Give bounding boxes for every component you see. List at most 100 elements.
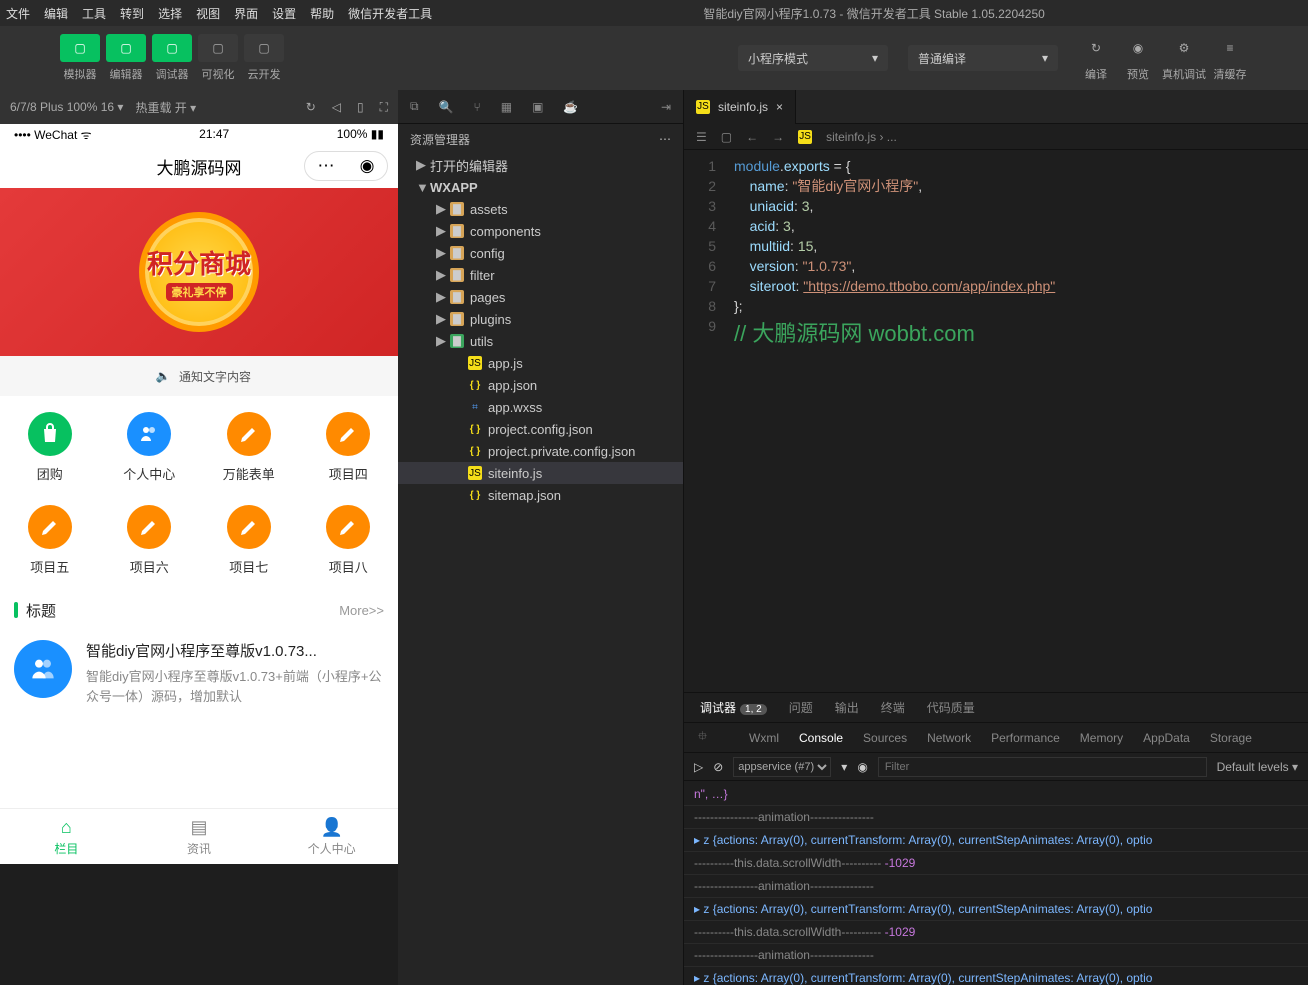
panel-tab-输出[interactable]: 输出: [835, 699, 859, 716]
code-editor[interactable]: 123456789 module.exports = { name: "智能di…: [684, 150, 1308, 692]
devtab-Storage[interactable]: Storage: [1210, 731, 1252, 745]
more-icon[interactable]: ⋯: [659, 132, 671, 146]
refresh-icon[interactable]: ↻: [306, 100, 316, 115]
toolbar-编译[interactable]: ↻编译: [1078, 34, 1114, 82]
grid-项目八[interactable]: 项目八: [299, 505, 399, 576]
menu-help[interactable]: 帮助: [310, 5, 334, 22]
device-select[interactable]: 6/7/8 Plus 100% 16 ▾: [10, 100, 123, 114]
branch-icon[interactable]: ⑂: [474, 100, 481, 114]
grid-项目五[interactable]: 项目五: [0, 505, 100, 576]
grid-万能表单[interactable]: 万能表单: [199, 412, 299, 483]
compile-select[interactable]: 普通编译▾: [908, 45, 1058, 71]
tree-utils[interactable]: ▶▇ utils: [398, 330, 683, 352]
menu-tool[interactable]: 工具: [82, 5, 106, 22]
menu-edit[interactable]: 编辑: [44, 5, 68, 22]
grid-个人中心[interactable]: 个人中心: [100, 412, 200, 483]
panel-tab-调试器[interactable]: 调试器1, 2: [700, 699, 767, 716]
back-icon[interactable]: ◁: [332, 100, 341, 115]
boxes-icon[interactable]: ▦: [501, 100, 512, 114]
toolbar-云开发[interactable]: ▢ 云开发: [244, 34, 284, 82]
menu-devtool[interactable]: 微信开发者工具: [348, 5, 432, 22]
window-icon[interactable]: ▣: [532, 100, 543, 114]
close-icon[interactable]: ×: [776, 100, 783, 114]
devtab-Performance[interactable]: Performance: [991, 731, 1060, 745]
capsule-menu-icon[interactable]: ⋯: [318, 156, 335, 176]
window-title: 智能diy官网小程序1.0.73 - 微信开发者工具 Stable 1.05.2…: [446, 5, 1302, 22]
tab-个人中心[interactable]: 👤个人中心: [265, 809, 398, 864]
devtab-Wxml[interactable]: Wxml: [749, 731, 779, 745]
tree-打开的编辑器[interactable]: ▶ 打开的编辑器: [398, 154, 683, 176]
console-line: ▸ z {actions: Array(0), currentTransform…: [684, 967, 1308, 985]
capsule-close-icon[interactable]: ◉: [360, 156, 375, 176]
files-icon[interactable]: ⧉: [410, 99, 419, 114]
grid-团购[interactable]: 团购: [0, 412, 100, 483]
tree-project.config.json[interactable]: { } project.config.json: [398, 418, 683, 440]
mode-select[interactable]: 小程序模式▾: [738, 45, 888, 71]
devtab-AppData[interactable]: AppData: [1143, 731, 1190, 745]
grid-项目四[interactable]: 项目四: [299, 412, 399, 483]
menu-view[interactable]: 视图: [196, 5, 220, 22]
toolbar-清缓存[interactable]: ≡清缓存: [1212, 34, 1248, 82]
menu-file[interactable]: 文件: [6, 5, 30, 22]
console-line: ----------------animation---------------…: [684, 875, 1308, 898]
tree-WXAPP[interactable]: ▼ WXAPP: [398, 176, 683, 198]
tree-project.private.config.json[interactable]: { } project.private.config.json: [398, 440, 683, 462]
expand-icon[interactable]: ⛶: [380, 100, 388, 115]
toolbar-模拟器[interactable]: ▢ 模拟器: [60, 34, 100, 82]
devtab-Sources[interactable]: Sources: [863, 731, 907, 745]
menu-settings[interactable]: 设置: [272, 5, 296, 22]
back-nav-icon[interactable]: ←: [746, 130, 758, 144]
devtab-Network[interactable]: Network: [927, 731, 971, 745]
levels-select[interactable]: Default levels ▾: [1217, 760, 1298, 774]
hot-reload[interactable]: 热重载 开 ▾: [135, 99, 196, 116]
context-select[interactable]: appservice (#7): [733, 757, 831, 777]
menu-goto[interactable]: 转到: [120, 5, 144, 22]
list-icon[interactable]: ☰: [696, 130, 707, 144]
tree-filter[interactable]: ▶▇ filter: [398, 264, 683, 286]
tree-assets[interactable]: ▶▇ assets: [398, 198, 683, 220]
toolbar-可视化[interactable]: ▢ 可视化: [198, 34, 238, 82]
tree-siteinfo.js[interactable]: JS siteinfo.js: [398, 462, 683, 484]
toolbar-调试器[interactable]: ▢ 调试器: [152, 34, 192, 82]
bookmark-icon[interactable]: ▢: [721, 130, 732, 144]
tree-pages[interactable]: ▶▇ pages: [398, 286, 683, 308]
tree-sitemap.json[interactable]: { } sitemap.json: [398, 484, 683, 506]
tree-config[interactable]: ▶▇ config: [398, 242, 683, 264]
menu-ui[interactable]: 界面: [234, 5, 258, 22]
banner[interactable]: 积分商城 豪礼享不停: [0, 188, 398, 356]
teapot-icon[interactable]: ☕: [563, 100, 578, 114]
breadcrumb[interactable]: siteinfo.js › ...: [826, 130, 897, 144]
tab-资讯[interactable]: ▤资讯: [133, 809, 266, 864]
grid-项目六[interactable]: 项目六: [100, 505, 200, 576]
more-link[interactable]: More>>: [339, 603, 384, 618]
fwd-nav-icon[interactable]: →: [772, 130, 784, 144]
toolbar-编辑器[interactable]: ▢ 编辑器: [106, 34, 146, 82]
stop-icon[interactable]: ⊘: [713, 760, 723, 774]
simulator: •••• WeChat ᯤ 21:47 100% ▮▮ 大鹏源码网 ⋯ ◉ 积分…: [0, 124, 398, 864]
console-line: ▸ z {actions: Array(0), currentTransform…: [684, 829, 1308, 852]
editor-tab-siteinfo[interactable]: JS siteinfo.js ×: [684, 90, 796, 124]
device-icon[interactable]: ▯: [357, 100, 364, 115]
tree-app.json[interactable]: { } app.json: [398, 374, 683, 396]
devtab-Console[interactable]: Console: [799, 731, 843, 745]
tree-app.wxss[interactable]: ⌗ app.wxss: [398, 396, 683, 418]
article-item[interactable]: 智能diy官网小程序至尊版v1.0.73... 智能diy官网小程序至尊版v1.…: [0, 628, 398, 718]
menu-select[interactable]: 选择: [158, 5, 182, 22]
panel-tab-代码质量[interactable]: 代码质量: [927, 699, 975, 716]
filter-input[interactable]: [878, 757, 1207, 777]
toolbar-预览[interactable]: ◉预览: [1120, 34, 1156, 82]
tree-plugins[interactable]: ▶▇ plugins: [398, 308, 683, 330]
grid-项目七[interactable]: 项目七: [199, 505, 299, 576]
tab-栏目[interactable]: ⌂栏目: [0, 809, 133, 864]
collapse-icon[interactable]: ⇥: [661, 100, 671, 114]
tree-components[interactable]: ▶▇ components: [398, 220, 683, 242]
toolbar-真机调试[interactable]: ⚙真机调试: [1162, 34, 1206, 82]
tree-app.js[interactable]: JS app.js: [398, 352, 683, 374]
panel-tab-问题[interactable]: 问题: [789, 699, 813, 716]
search-icon[interactable]: 🔍: [439, 100, 454, 114]
clear-icon[interactable]: ▷: [694, 760, 703, 774]
panel-tab-终端[interactable]: 终端: [881, 699, 905, 716]
devtab-Memory[interactable]: Memory: [1080, 731, 1123, 745]
eye-icon[interactable]: ◉: [857, 760, 867, 774]
inspect-icon[interactable]: ⯐: [698, 727, 707, 748]
